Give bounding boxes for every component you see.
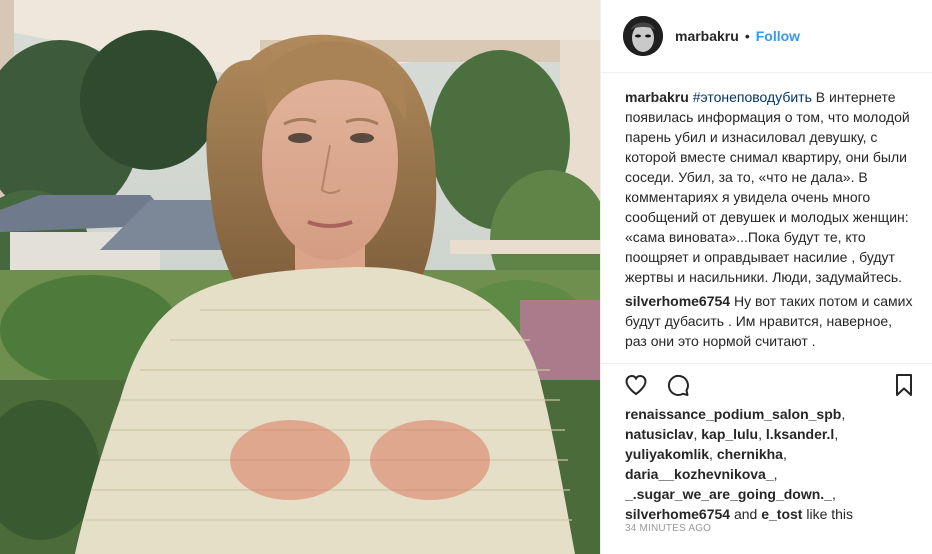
bookmark-icon[interactable] <box>891 372 917 398</box>
comment-item: silverhome6754 Ну вот таких потом и сами… <box>625 291 916 351</box>
header-username[interactable]: marbakru <box>675 28 739 44</box>
liker-link[interactable]: e_tost <box>761 506 802 522</box>
liker-link[interactable]: silverhome6754 <box>625 506 730 522</box>
liker-link[interactable]: l.ksander.l <box>766 426 834 442</box>
comment-author[interactable]: silverhome6754 <box>625 293 730 309</box>
follow-button[interactable]: Follow <box>756 28 800 44</box>
header-separator: • <box>744 28 750 44</box>
post-header: marbakru • Follow <box>601 0 932 73</box>
post-timestamp[interactable]: 34 minutes ago <box>625 523 711 534</box>
caption-text: В интернете появилась информация о том, … <box>625 89 910 285</box>
liker-link[interactable]: kap_lulu <box>701 426 758 442</box>
liker-link[interactable]: renaissance_podium_salon_spb <box>625 406 841 422</box>
caption-hashtag[interactable]: #этонеповодубить <box>693 89 812 105</box>
caption-author[interactable]: marbakru <box>625 89 689 105</box>
heart-icon[interactable] <box>623 372 649 398</box>
liker-link[interactable]: _.sugar_we_are_going_down._ <box>625 486 832 502</box>
comments-list[interactable]: marbakru #этонеповодубить В интернете по… <box>601 73 932 363</box>
avatar[interactable] <box>623 16 663 56</box>
likes-and-word: and <box>733 506 758 522</box>
caption: marbakru #этонеповодубить В интернете по… <box>625 87 916 287</box>
post-photo[interactable] <box>0 0 600 554</box>
liker-link[interactable]: chernikha <box>717 446 783 462</box>
avatar-image <box>623 16 663 56</box>
liker-link[interactable]: natusiclav <box>625 426 693 442</box>
liker-link[interactable]: daria__kozhevnikova_ <box>625 466 774 482</box>
likes-suffix: like this <box>806 506 854 522</box>
action-bar <box>601 363 932 405</box>
comment-bubble-icon[interactable] <box>665 372 691 398</box>
post-photo-image <box>0 0 600 554</box>
post-side-panel: marbakru • Follow marbakru #этонеповодуб… <box>600 0 932 554</box>
liker-link[interactable]: yuliyakomlik <box>625 446 709 462</box>
likes-section: renaissance_podium_salon_spb, natusiclav… <box>625 406 854 522</box>
